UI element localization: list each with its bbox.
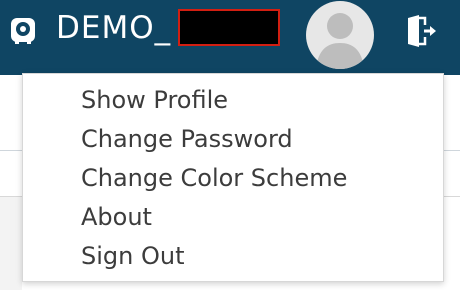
menu-item-about[interactable]: About [81,202,152,232]
logout-door-icon[interactable] [405,14,439,48]
user-dropdown-menu: Show Profile Change Password Change Colo… [22,73,444,282]
username-label[interactable]: DEMO_ [56,9,171,47]
top-navigation-bar: DEMO_ [0,0,460,75]
menu-item-sign-out[interactable]: Sign Out [81,241,185,271]
page-side-panel [0,197,22,290]
menu-item-change-color-scheme[interactable]: Change Color Scheme [81,163,347,193]
safe-vault-icon[interactable] [8,15,38,45]
redacted-username [178,9,280,46]
menu-item-change-password[interactable]: Change Password [81,124,293,154]
menu-item-show-profile[interactable]: Show Profile [81,85,228,115]
user-avatar-icon[interactable] [306,1,374,69]
